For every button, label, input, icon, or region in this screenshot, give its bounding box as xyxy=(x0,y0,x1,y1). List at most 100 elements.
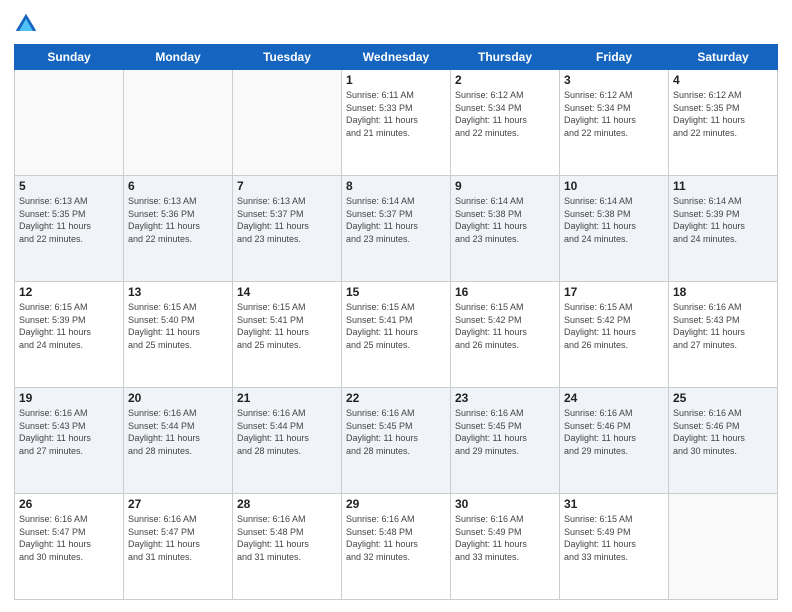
day-number: 22 xyxy=(346,391,446,405)
calendar-day-cell: 17 Sunrise: 6:15 AM Sunset: 5:42 PM Dayli… xyxy=(560,282,669,388)
day-number: 29 xyxy=(346,497,446,511)
weekday-header: Sunday xyxy=(15,45,124,70)
calendar-day-cell: 19 Sunrise: 6:16 AM Sunset: 5:43 PM Dayli… xyxy=(15,388,124,494)
page: SundayMondayTuesdayWednesdayThursdayFrid… xyxy=(0,0,792,612)
day-number: 11 xyxy=(673,179,773,193)
calendar-day-cell: 28Sunrise: 6:16 AM Sunset: 5:48 PM Dayli… xyxy=(233,494,342,600)
day-number: 16 xyxy=(455,285,555,299)
calendar-day-cell: 31 Sunrise: 6:15 AM Sunset: 5:49 PM Dayli… xyxy=(560,494,669,600)
calendar-day-cell xyxy=(669,494,778,600)
day-info: Sunrise: 6:16 AM Sunset: 5:43 PM Dayligh… xyxy=(673,301,773,351)
day-number: 7 xyxy=(237,179,337,193)
day-info: Sunrise: 6:16 AM Sunset: 5:47 PM Dayligh… xyxy=(128,513,228,563)
day-number: 26 xyxy=(19,497,119,511)
day-number: 1 xyxy=(346,73,446,87)
day-info: Sunrise: 6:13 AM Sunset: 5:35 PM Dayligh… xyxy=(19,195,119,245)
day-number: 21 xyxy=(237,391,337,405)
day-info: Sunrise: 6:15 AM Sunset: 5:39 PM Dayligh… xyxy=(19,301,119,351)
header xyxy=(14,12,778,36)
day-info: Sunrise: 6:14 AM Sunset: 5:38 PM Dayligh… xyxy=(564,195,664,245)
day-number: 27 xyxy=(128,497,228,511)
calendar-week-row: 26 Sunrise: 6:16 AM Sunset: 5:47 PM Dayli… xyxy=(15,494,778,600)
day-info: Sunrise: 6:16 AM Sunset: 5:45 PM Dayligh… xyxy=(346,407,446,457)
day-number: 2 xyxy=(455,73,555,87)
calendar-day-cell xyxy=(233,70,342,176)
calendar-day-cell: 7 Sunrise: 6:13 AM Sunset: 5:37 PM Daylig… xyxy=(233,176,342,282)
calendar-day-cell: 23 Sunrise: 6:16 AM Sunset: 5:45 PM Dayli… xyxy=(451,388,560,494)
day-number: 17 xyxy=(564,285,664,299)
calendar-week-row: 12 Sunrise: 6:15 AM Sunset: 5:39 PM Dayli… xyxy=(15,282,778,388)
calendar-day-cell: 8 Sunrise: 6:14 AM Sunset: 5:37 PM Daylig… xyxy=(342,176,451,282)
day-number: 25 xyxy=(673,391,773,405)
day-info: Sunrise: 6:16 AM Sunset: 5:45 PM Dayligh… xyxy=(455,407,555,457)
day-info: Sunrise: 6:15 AM Sunset: 5:42 PM Dayligh… xyxy=(564,301,664,351)
calendar-day-cell: 26 Sunrise: 6:16 AM Sunset: 5:47 PM Dayli… xyxy=(15,494,124,600)
calendar-day-cell: 10 Sunrise: 6:14 AM Sunset: 5:38 PM Dayli… xyxy=(560,176,669,282)
day-info: Sunrise: 6:16 AM Sunset: 5:44 PM Dayligh… xyxy=(237,407,337,457)
day-number: 14 xyxy=(237,285,337,299)
calendar-day-cell: 25Sunrise: 6:16 AM Sunset: 5:46 PM Dayli… xyxy=(669,388,778,494)
day-info: Sunrise: 6:14 AM Sunset: 5:37 PM Dayligh… xyxy=(346,195,446,245)
calendar-day-cell: 21 Sunrise: 6:16 AM Sunset: 5:44 PM Dayli… xyxy=(233,388,342,494)
weekday-header: Saturday xyxy=(669,45,778,70)
weekday-header: Monday xyxy=(124,45,233,70)
calendar-day-cell: 18Sunrise: 6:16 AM Sunset: 5:43 PM Dayli… xyxy=(669,282,778,388)
day-info: Sunrise: 6:13 AM Sunset: 5:37 PM Dayligh… xyxy=(237,195,337,245)
calendar-day-cell: 9 Sunrise: 6:14 AM Sunset: 5:38 PM Daylig… xyxy=(451,176,560,282)
day-info: Sunrise: 6:16 AM Sunset: 5:44 PM Dayligh… xyxy=(128,407,228,457)
day-number: 3 xyxy=(564,73,664,87)
calendar-day-cell xyxy=(124,70,233,176)
day-info: Sunrise: 6:15 AM Sunset: 5:41 PM Dayligh… xyxy=(237,301,337,351)
day-number: 10 xyxy=(564,179,664,193)
calendar-day-cell: 15 Sunrise: 6:15 AM Sunset: 5:41 PM Dayli… xyxy=(342,282,451,388)
day-number: 4 xyxy=(673,73,773,87)
day-number: 23 xyxy=(455,391,555,405)
calendar-day-cell: 12 Sunrise: 6:15 AM Sunset: 5:39 PM Dayli… xyxy=(15,282,124,388)
day-info: Sunrise: 6:14 AM Sunset: 5:38 PM Dayligh… xyxy=(455,195,555,245)
calendar-week-row: 19 Sunrise: 6:16 AM Sunset: 5:43 PM Dayli… xyxy=(15,388,778,494)
day-number: 12 xyxy=(19,285,119,299)
weekday-header: Friday xyxy=(560,45,669,70)
day-number: 8 xyxy=(346,179,446,193)
calendar-week-row: 1 Sunrise: 6:11 AM Sunset: 5:33 PM Daylig… xyxy=(15,70,778,176)
day-number: 13 xyxy=(128,285,228,299)
calendar-day-cell: 14 Sunrise: 6:15 AM Sunset: 5:41 PM Dayli… xyxy=(233,282,342,388)
calendar-day-cell: 6Sunrise: 6:13 AM Sunset: 5:36 PM Daylig… xyxy=(124,176,233,282)
calendar-day-cell: 5 Sunrise: 6:13 AM Sunset: 5:35 PM Daylig… xyxy=(15,176,124,282)
calendar-day-cell: 4 Sunrise: 6:12 AM Sunset: 5:35 PM Daylig… xyxy=(669,70,778,176)
day-number: 19 xyxy=(19,391,119,405)
weekday-header: Wednesday xyxy=(342,45,451,70)
day-info: Sunrise: 6:16 AM Sunset: 5:43 PM Dayligh… xyxy=(19,407,119,457)
day-info: Sunrise: 6:15 AM Sunset: 5:42 PM Dayligh… xyxy=(455,301,555,351)
calendar-day-cell: 1 Sunrise: 6:11 AM Sunset: 5:33 PM Daylig… xyxy=(342,70,451,176)
day-info: Sunrise: 6:15 AM Sunset: 5:49 PM Dayligh… xyxy=(564,513,664,563)
day-info: Sunrise: 6:11 AM Sunset: 5:33 PM Dayligh… xyxy=(346,89,446,139)
calendar-day-cell: 16 Sunrise: 6:15 AM Sunset: 5:42 PM Dayli… xyxy=(451,282,560,388)
day-number: 15 xyxy=(346,285,446,299)
day-info: Sunrise: 6:15 AM Sunset: 5:40 PM Dayligh… xyxy=(128,301,228,351)
calendar-day-cell xyxy=(15,70,124,176)
day-info: Sunrise: 6:15 AM Sunset: 5:41 PM Dayligh… xyxy=(346,301,446,351)
day-number: 30 xyxy=(455,497,555,511)
day-number: 28 xyxy=(237,497,337,511)
logo xyxy=(14,12,42,36)
day-info: Sunrise: 6:14 AM Sunset: 5:39 PM Dayligh… xyxy=(673,195,773,245)
day-info: Sunrise: 6:13 AM Sunset: 5:36 PM Dayligh… xyxy=(128,195,228,245)
calendar-day-cell: 3 Sunrise: 6:12 AM Sunset: 5:34 PM Daylig… xyxy=(560,70,669,176)
day-number: 5 xyxy=(19,179,119,193)
calendar-day-cell: 20Sunrise: 6:16 AM Sunset: 5:44 PM Dayli… xyxy=(124,388,233,494)
day-number: 9 xyxy=(455,179,555,193)
weekday-header: Thursday xyxy=(451,45,560,70)
day-info: Sunrise: 6:12 AM Sunset: 5:35 PM Dayligh… xyxy=(673,89,773,139)
calendar-day-cell: 24Sunrise: 6:16 AM Sunset: 5:46 PM Dayli… xyxy=(560,388,669,494)
day-info: Sunrise: 6:16 AM Sunset: 5:47 PM Dayligh… xyxy=(19,513,119,563)
calendar-day-cell: 13 Sunrise: 6:15 AM Sunset: 5:40 PM Dayli… xyxy=(124,282,233,388)
day-info: Sunrise: 6:16 AM Sunset: 5:48 PM Dayligh… xyxy=(346,513,446,563)
day-number: 31 xyxy=(564,497,664,511)
day-info: Sunrise: 6:12 AM Sunset: 5:34 PM Dayligh… xyxy=(455,89,555,139)
calendar-day-cell: 2 Sunrise: 6:12 AM Sunset: 5:34 PM Daylig… xyxy=(451,70,560,176)
day-number: 24 xyxy=(564,391,664,405)
weekday-header: Tuesday xyxy=(233,45,342,70)
day-info: Sunrise: 6:12 AM Sunset: 5:34 PM Dayligh… xyxy=(564,89,664,139)
day-info: Sunrise: 6:16 AM Sunset: 5:49 PM Dayligh… xyxy=(455,513,555,563)
